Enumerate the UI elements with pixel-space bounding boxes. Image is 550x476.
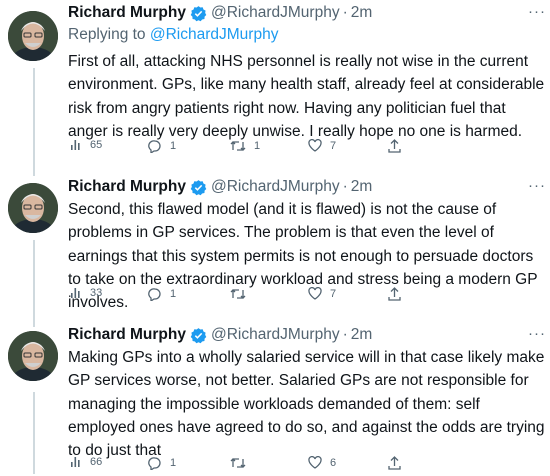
retweet-button[interactable] bbox=[230, 456, 254, 470]
reply-button[interactable]: 1 bbox=[148, 287, 176, 301]
author-handle[interactable]: @RichardJMurphy bbox=[211, 178, 340, 196]
verified-icon bbox=[190, 5, 207, 22]
tweet-actions: 33 1 7 bbox=[70, 287, 510, 307]
share-icon bbox=[388, 456, 401, 470]
retweet-button[interactable] bbox=[230, 287, 254, 301]
retweet-count: 1 bbox=[254, 140, 261, 152]
like-button[interactable]: 6 bbox=[308, 456, 336, 469]
separator-dot: · bbox=[342, 178, 348, 195]
avatar[interactable] bbox=[8, 183, 58, 233]
like-count: 7 bbox=[330, 287, 337, 300]
like-icon bbox=[308, 456, 322, 469]
more-icon[interactable]: ··· bbox=[528, 325, 546, 342]
author-handle[interactable]: @RichardJMurphy bbox=[211, 4, 340, 22]
tweet-text: First of all, attacking NHS personnel is… bbox=[68, 53, 545, 140]
tweet-text: Making GPs into a wholly salaried servic… bbox=[68, 349, 545, 460]
tweet-actions: 66 1 6 bbox=[70, 456, 510, 476]
views-count: 66 bbox=[90, 456, 103, 468]
views-button[interactable]: 65 bbox=[70, 139, 102, 151]
tweet-header: Richard Murphy @RichardJMurphy · 2m bbox=[68, 325, 540, 345]
author-name[interactable]: Richard Murphy bbox=[68, 178, 186, 196]
like-button[interactable]: 7 bbox=[308, 287, 336, 300]
views-button[interactable]: 66 bbox=[70, 456, 102, 468]
tweet[interactable]: Richard Murphy @RichardJMurphy · 2m ··· … bbox=[0, 0, 550, 170]
like-count: 7 bbox=[330, 139, 337, 152]
verified-icon bbox=[190, 179, 207, 196]
replying-handle-link[interactable]: @RichardJMurphy bbox=[150, 26, 279, 43]
author-handle[interactable]: @RichardJMurphy bbox=[211, 326, 340, 344]
timestamp[interactable]: 2m bbox=[351, 326, 373, 344]
reply-count: 1 bbox=[170, 288, 177, 300]
share-button[interactable] bbox=[388, 456, 401, 470]
like-icon bbox=[308, 287, 322, 300]
separator-dot: · bbox=[342, 326, 348, 343]
views-button[interactable]: 33 bbox=[70, 287, 102, 299]
tweet[interactable]: Richard Murphy @RichardJMurphy · 2m ··· … bbox=[0, 318, 550, 474]
author-name[interactable]: Richard Murphy bbox=[68, 4, 186, 22]
more-icon[interactable]: ··· bbox=[528, 3, 546, 20]
share-button[interactable] bbox=[388, 139, 401, 153]
replying-to: Replying to @RichardJMurphy bbox=[68, 26, 278, 44]
reply-count: 1 bbox=[170, 457, 177, 469]
replying-prefix: Replying to bbox=[68, 26, 150, 43]
avatar[interactable] bbox=[8, 331, 58, 381]
views-icon bbox=[71, 457, 80, 467]
views-count: 33 bbox=[90, 287, 103, 299]
like-button[interactable]: 7 bbox=[308, 139, 336, 152]
author-name[interactable]: Richard Murphy bbox=[68, 326, 186, 344]
retweet-icon bbox=[230, 141, 246, 151]
retweet-button[interactable]: 1 bbox=[230, 139, 260, 153]
reply-icon bbox=[148, 457, 161, 470]
share-icon bbox=[388, 139, 401, 153]
views-icon bbox=[71, 140, 80, 150]
verified-icon bbox=[190, 327, 207, 344]
separator-dot: · bbox=[342, 4, 348, 21]
share-icon bbox=[388, 287, 401, 301]
reply-button[interactable]: 1 bbox=[148, 139, 176, 153]
share-button[interactable] bbox=[388, 287, 401, 301]
tweet-header: Richard Murphy @RichardJMurphy · 2m bbox=[68, 3, 540, 23]
like-icon bbox=[308, 139, 322, 152]
timestamp[interactable]: 2m bbox=[351, 178, 373, 196]
tweet-actions: 65 1 1 7 bbox=[70, 139, 510, 159]
reply-button[interactable]: 1 bbox=[148, 456, 176, 470]
views-count: 65 bbox=[90, 139, 103, 151]
reply-icon bbox=[148, 140, 161, 153]
views-icon bbox=[71, 288, 80, 298]
more-icon[interactable]: ··· bbox=[528, 177, 546, 194]
tweet[interactable]: Richard Murphy @RichardJMurphy · 2m ··· … bbox=[0, 172, 550, 324]
reply-icon bbox=[148, 288, 161, 301]
retweet-icon bbox=[230, 458, 246, 468]
tweet-header: Richard Murphy @RichardJMurphy · 2m bbox=[68, 177, 540, 197]
like-count: 6 bbox=[330, 456, 337, 469]
timestamp[interactable]: 2m bbox=[351, 4, 373, 22]
retweet-icon bbox=[230, 289, 246, 299]
avatar[interactable] bbox=[8, 11, 58, 61]
reply-count: 1 bbox=[170, 140, 177, 152]
